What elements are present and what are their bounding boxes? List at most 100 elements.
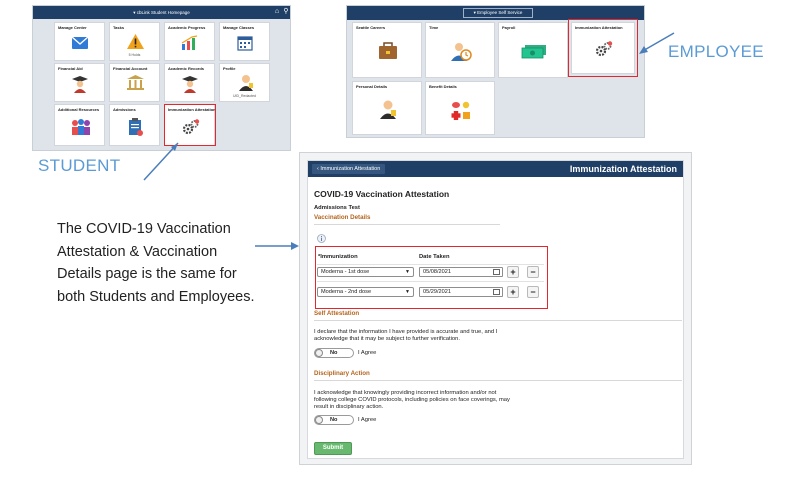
explanation-caption: The COVID-19 Vaccination Attestation & V… xyxy=(57,218,297,308)
tile-title: Financial Aid xyxy=(58,66,83,71)
tile-benefit-details[interactable]: Benefit Details xyxy=(425,81,495,135)
caption-line: The COVID-19 Vaccination xyxy=(57,221,231,237)
tile-title: Seattle Careers xyxy=(356,25,386,30)
caption-line: both Students and Employees. xyxy=(57,288,255,305)
date-taken-value: 05/08/2021 xyxy=(423,269,451,275)
student-label: STUDENT xyxy=(38,156,121,175)
warning-icon xyxy=(127,34,144,49)
calendar-icon[interactable] xyxy=(493,269,500,275)
profile-icon xyxy=(239,75,253,91)
tile-additional-resources[interactable]: Additional Resources xyxy=(54,104,105,146)
money-icon xyxy=(521,45,546,59)
person-clock-icon xyxy=(451,43,472,61)
tile-payroll[interactable]: Payroll xyxy=(498,22,568,78)
tile-title: Personal Details xyxy=(356,84,388,89)
tile-title: Time xyxy=(429,25,439,30)
date-taken-input[interactable]: 05/08/2021 xyxy=(419,267,503,277)
tile-personal-details[interactable]: Personal Details xyxy=(352,81,422,135)
chevron-down-icon: ▼ xyxy=(405,289,410,295)
self-attestation-section-title: Self Attestation xyxy=(314,310,360,317)
tile-manage-classes[interactable]: Manage Classes xyxy=(219,22,270,61)
tile-title: Academic Progress xyxy=(168,25,206,30)
self-agree-label: I Agree xyxy=(358,350,377,356)
toggle-value: No xyxy=(330,417,338,423)
date-taken-input[interactable]: 05/29/2021 xyxy=(419,287,503,297)
disciplinary-agree-label: I Agree xyxy=(358,417,377,423)
tile-seattle-careers[interactable]: Seattle Careers xyxy=(352,22,422,78)
person-icon xyxy=(380,100,396,119)
attestation-form-screenshot: ‹ Immunization Attestation Immunization … xyxy=(299,152,692,465)
immunization-select[interactable]: Moderna - 2nd dose ▼ xyxy=(317,287,414,297)
briefcase-icon xyxy=(379,42,397,59)
tile-academic-progress[interactable]: Academic Progress xyxy=(164,22,215,61)
tile-tasks[interactable]: Tasks 5 Holds xyxy=(109,22,160,61)
employee-highlight-box xyxy=(568,19,638,77)
student-homepage-title[interactable]: ▾ cbLink Student Homepage xyxy=(133,10,190,15)
section-divider xyxy=(314,380,682,381)
column-header-immunization: *Immunization xyxy=(318,254,358,260)
tile-time[interactable]: Time xyxy=(425,22,495,78)
section-divider xyxy=(314,224,500,225)
grid-divider xyxy=(317,264,544,265)
page-header-title: Immunization Attestation xyxy=(569,164,677,174)
date-taken-value: 05/29/2021 xyxy=(423,289,451,295)
page-subtitle: Admissions Test xyxy=(314,205,360,211)
student-homepage-header: ▾ cbLink Student Homepage ⌂ ⚲ xyxy=(33,6,290,19)
toggle-knob xyxy=(315,349,323,357)
graduate-icon xyxy=(182,76,198,93)
tile-sub: UID_Redacted xyxy=(233,94,256,98)
tile-manage-center[interactable]: Manage Center xyxy=(54,22,105,61)
page-header: ‹ Immunization Attestation Immunization … xyxy=(308,161,683,177)
home-icon[interactable]: ⌂ xyxy=(273,8,281,16)
vaccination-section-title: Vaccination Details xyxy=(314,214,371,221)
tile-financial-aid[interactable]: Financial Aid xyxy=(54,63,105,102)
calendar-icon xyxy=(237,36,253,51)
people-icon xyxy=(72,119,90,135)
envelope-icon xyxy=(71,36,89,49)
tile-title: Academic Records xyxy=(168,66,205,71)
calendar-icon[interactable] xyxy=(493,289,500,295)
tile-title: Benefit Details xyxy=(429,84,457,89)
delete-row-button[interactable]: − xyxy=(527,266,539,278)
tile-financial-account[interactable]: Financial Account xyxy=(109,63,160,102)
immunization-select-value: Moderna - 2nd dose xyxy=(321,289,372,295)
attestation-page: ‹ Immunization Attestation Immunization … xyxy=(307,160,684,459)
tile-academic-records[interactable]: Academic Records xyxy=(164,63,215,102)
toggle-value: No xyxy=(330,350,338,356)
student-arrow xyxy=(143,142,179,181)
page-title: COVID-19 Vaccination Attestation xyxy=(314,189,450,199)
clipboard-icon xyxy=(129,118,143,136)
self-attestation-toggle[interactable]: No xyxy=(314,348,354,358)
tile-title: Manage Classes xyxy=(223,25,255,30)
tile-title: Admissions xyxy=(113,107,136,112)
search-icon[interactable]: ⚲ xyxy=(282,8,290,16)
section-divider xyxy=(314,320,682,321)
disciplinary-toggle[interactable]: No xyxy=(314,415,354,425)
tile-title: Manage Center xyxy=(58,25,87,30)
tile-title: Payroll xyxy=(502,25,516,30)
tile-title: Tasks xyxy=(113,25,125,30)
add-row-button[interactable]: + xyxy=(507,286,519,298)
immunization-select[interactable]: Moderna - 1st dose ▼ xyxy=(317,267,414,277)
column-header-date: Date Taken xyxy=(419,254,450,260)
graduate-icon xyxy=(72,76,88,93)
add-row-button[interactable]: + xyxy=(507,266,519,278)
delete-row-button[interactable]: − xyxy=(527,286,539,298)
submit-button[interactable]: Submit xyxy=(314,442,352,455)
employee-homepage-title[interactable]: ▾ Employee Self Service xyxy=(463,8,533,18)
disciplinary-text: following college COVID protocols, inclu… xyxy=(314,397,510,403)
chart-icon xyxy=(181,35,198,50)
tile-title: Additional Resources xyxy=(58,107,100,112)
employee-self-service-screenshot: ▾ Employee Self Service Seattle Careers … xyxy=(346,5,645,138)
self-attestation-text: acknowledge that it may be subject to fu… xyxy=(314,336,460,342)
self-attestation-text: I declare that the information I have pr… xyxy=(314,329,498,335)
bank-icon xyxy=(127,75,144,90)
employee-header: ▾ Employee Self Service xyxy=(347,6,644,20)
tile-profile[interactable]: Profile UID_Redacted xyxy=(219,63,270,102)
back-button[interactable]: ‹ Immunization Attestation xyxy=(312,164,386,174)
employee-label: EMPLOYEE xyxy=(668,42,764,61)
toggle-knob xyxy=(315,416,323,424)
caption-line: Details page is the same for xyxy=(57,266,237,282)
info-icon[interactable] xyxy=(317,234,326,243)
benefits-icon xyxy=(451,101,470,120)
